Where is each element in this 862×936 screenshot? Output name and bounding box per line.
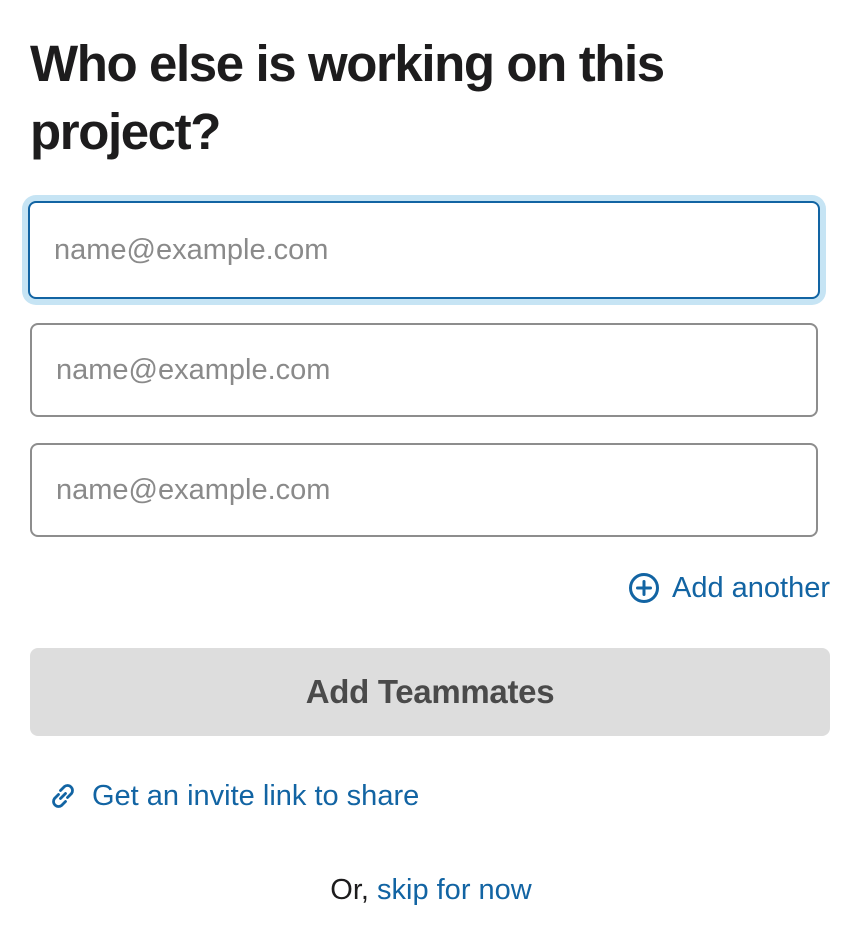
invite-link-label: Get an invite link to share bbox=[92, 779, 420, 812]
plus-circle-icon bbox=[628, 572, 660, 604]
email-field-1[interactable] bbox=[28, 201, 820, 299]
link-icon bbox=[46, 779, 80, 813]
skip-for-now-link[interactable]: skip for now bbox=[377, 874, 532, 906]
page-title: Who else is working on this project? bbox=[30, 35, 665, 160]
add-another-button[interactable]: Add another bbox=[628, 568, 830, 608]
email-field-3[interactable] bbox=[30, 443, 818, 537]
skip-prefix: Or, bbox=[330, 874, 369, 906]
add-teammates-button[interactable]: Add Teammates bbox=[30, 648, 830, 736]
invite-link-button[interactable]: Get an invite link to share bbox=[46, 776, 419, 816]
email-field-2[interactable] bbox=[30, 323, 818, 417]
add-another-label: Add another bbox=[671, 571, 830, 604]
skip-row: Or, skip for now bbox=[0, 874, 862, 907]
